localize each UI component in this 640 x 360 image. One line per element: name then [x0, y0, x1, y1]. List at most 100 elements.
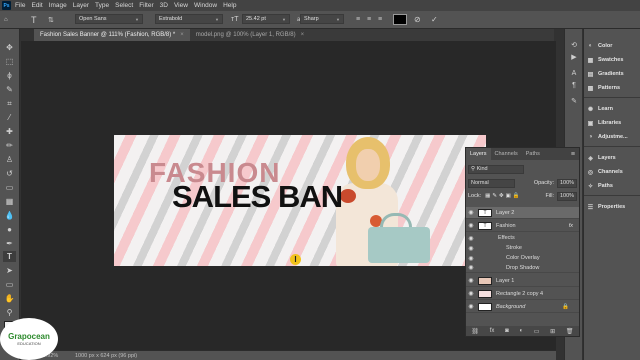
effect-row-stroke[interactable]: ◉ Stroke [466, 243, 579, 253]
adjustment-icon[interactable]: ◐ [519, 328, 523, 334]
clone-stamp-tool-icon[interactable]: ♙ [3, 154, 16, 165]
eye-icon[interactable]: ◉ [466, 222, 476, 229]
layer-row-rectangle-2-copy-4[interactable]: ◉ Rectangle 2 copy 4 [466, 288, 579, 300]
eye-icon[interactable]: ◉ [466, 290, 476, 297]
align-left-icon[interactable]: ≡ [356, 14, 365, 25]
commit-check-icon[interactable]: ✓ [431, 14, 440, 25]
panel-patterns[interactable]: ▩ Patterns [586, 83, 620, 93]
menu-window[interactable]: Window [194, 2, 217, 9]
font-family-select[interactable]: Open Sans ▼ [75, 14, 143, 24]
paragraph-icon[interactable]: ¶ [570, 81, 578, 89]
layer-row-layer-2[interactable]: ◉ T Layer 2 [466, 207, 579, 219]
crop-tool-icon[interactable]: ⌗ [3, 98, 16, 109]
panel-swatches[interactable]: ▦ Swatches [586, 55, 624, 65]
effect-row-color-overlay[interactable]: ◉ Color Overlay [466, 253, 579, 263]
panel-gradients[interactable]: ▤ Gradients [586, 69, 624, 79]
mask-icon[interactable]: ◙ [505, 328, 509, 334]
menu-file[interactable]: File [15, 2, 25, 9]
close-icon[interactable]: × [180, 32, 184, 38]
menu-help[interactable]: Help [223, 2, 236, 9]
panel-libraries[interactable]: ▣ Libraries [586, 118, 622, 128]
photoshop-logo-icon[interactable]: Ps [2, 1, 11, 10]
panel-adjustments[interactable]: ◑ Adjustme... [586, 132, 628, 142]
layer-kind-filter[interactable]: ⚲ Kind [468, 164, 524, 174]
link-icon[interactable]: ⛓ [471, 328, 479, 335]
move-tool-icon[interactable]: ✥ [3, 42, 16, 53]
eye-icon[interactable]: ◉ [466, 235, 476, 242]
marquee-tool-icon[interactable]: ⬚ [3, 56, 16, 67]
blur-tool-icon[interactable]: 💧 [3, 210, 16, 221]
menu-select[interactable]: Select [115, 2, 133, 9]
headline-sales[interactable]: SALES BAN [172, 179, 343, 215]
tab-fashion-sales-banner[interactable]: Fashion Sales Banner @ 111% (Fashion, RG… [34, 29, 190, 41]
font-style-select[interactable]: Extrabold ▼ [155, 14, 223, 24]
menu-layer[interactable]: Layer [73, 2, 89, 9]
fill-input[interactable]: 100% [557, 191, 577, 201]
menu-type[interactable]: Type [95, 2, 109, 9]
type-tool-icon[interactable]: T [31, 14, 43, 25]
type-tool-icon[interactable]: T [3, 251, 16, 262]
panel-learn[interactable]: ✺ Learn [586, 104, 613, 114]
magic-wand-tool-icon[interactable]: ✎ [3, 84, 16, 95]
history-icon[interactable]: ⟲ [570, 41, 578, 49]
text-color-swatch[interactable] [393, 14, 407, 25]
folder-icon[interactable]: ▭ [534, 328, 540, 335]
path-selection-tool-icon[interactable]: ➤ [3, 265, 16, 276]
eye-icon[interactable]: ◉ [466, 245, 476, 252]
new-layer-icon[interactable]: ⊞ [550, 328, 555, 335]
cancel-icon[interactable]: ⊘ [414, 14, 423, 25]
brush-tool-icon[interactable]: ✏ [3, 140, 16, 151]
fx-icon[interactable]: fx [569, 223, 573, 229]
trash-icon[interactable]: 🗑 [566, 328, 574, 335]
panel-paths[interactable]: ✧ Paths [586, 181, 613, 191]
actions-icon[interactable]: ▶ [570, 53, 578, 61]
eye-icon[interactable]: ◉ [466, 277, 476, 284]
layer-row-layer-1[interactable]: ◉ Layer 1 [466, 275, 579, 287]
home-icon[interactable]: ⌂ [4, 14, 18, 25]
lasso-tool-icon[interactable]: ϕ [3, 70, 16, 81]
eyedropper-tool-icon[interactable]: ⁄ [3, 112, 16, 123]
history-brush-tool-icon[interactable]: ↺ [3, 168, 16, 179]
opacity-input[interactable]: 100% [557, 178, 577, 188]
panel-color[interactable]: ◐ Color [586, 41, 613, 51]
eraser-tool-icon[interactable]: ▭ [3, 182, 16, 193]
character-icon[interactable]: A [570, 69, 578, 77]
document-size[interactable]: 1000 px x 624 px (96 ppi) [75, 353, 137, 359]
layer-row-background[interactable]: ◉ Background 🔒 [466, 301, 579, 313]
document-canvas[interactable]: FASHION SALES BAN [114, 135, 486, 266]
rectangle-tool-icon[interactable]: ▭ [3, 279, 16, 290]
text-orientation-icon[interactable]: ⇅ [48, 14, 56, 25]
effects-row[interactable]: ◉ Effects [466, 233, 579, 243]
close-icon[interactable]: × [301, 32, 305, 38]
pen-tool-icon[interactable]: ✒ [3, 238, 16, 249]
layer-row-fashion[interactable]: ◉ T Fashion fx [466, 220, 579, 232]
lock-icons[interactable]: ▦✎✥▣🔒 [485, 193, 521, 199]
menu-3d[interactable]: 3D [160, 2, 168, 9]
align-right-icon[interactable]: ≡ [378, 14, 387, 25]
font-size-select[interactable]: 25.42 pt ▼ [242, 14, 290, 24]
effect-row-drop-shadow[interactable]: ◉ Drop Shadow [466, 263, 579, 273]
fx-icon[interactable]: fx [490, 328, 495, 334]
zoom-tool-icon[interactable]: ⚲ [3, 307, 16, 318]
tab-model-png[interactable]: model.png @ 100% (Layer 1, RGB/8) × [190, 29, 310, 41]
menu-image[interactable]: Image [49, 2, 67, 9]
tab-layers[interactable]: Layers [466, 148, 491, 160]
lock-icon[interactable]: 🔒 [562, 304, 569, 310]
blend-mode-select[interactable]: Normal [468, 178, 515, 188]
menu-filter[interactable]: Filter [139, 2, 153, 9]
panel-properties[interactable]: ☰ Properties [586, 202, 625, 212]
menu-view[interactable]: View [174, 2, 188, 9]
tab-channels[interactable]: Channels [491, 148, 522, 160]
panel-menu-icon[interactable]: ≡ [571, 151, 575, 158]
brush-settings-icon[interactable]: ✎ [570, 97, 578, 105]
healing-brush-tool-icon[interactable]: ✚ [3, 126, 16, 137]
eye-icon[interactable]: ◉ [466, 255, 476, 262]
dodge-tool-icon[interactable]: ● [3, 224, 16, 235]
tab-paths[interactable]: Paths [522, 148, 544, 160]
align-center-icon[interactable]: ≡ [367, 14, 376, 25]
hand-tool-icon[interactable]: ✋ [3, 293, 16, 304]
eye-icon[interactable]: ◉ [466, 303, 476, 310]
eye-icon[interactable]: ◉ [466, 264, 476, 271]
panel-layers[interactable]: ◈ Layers [586, 153, 616, 163]
panel-channels[interactable]: ◎ Channels [586, 167, 623, 177]
